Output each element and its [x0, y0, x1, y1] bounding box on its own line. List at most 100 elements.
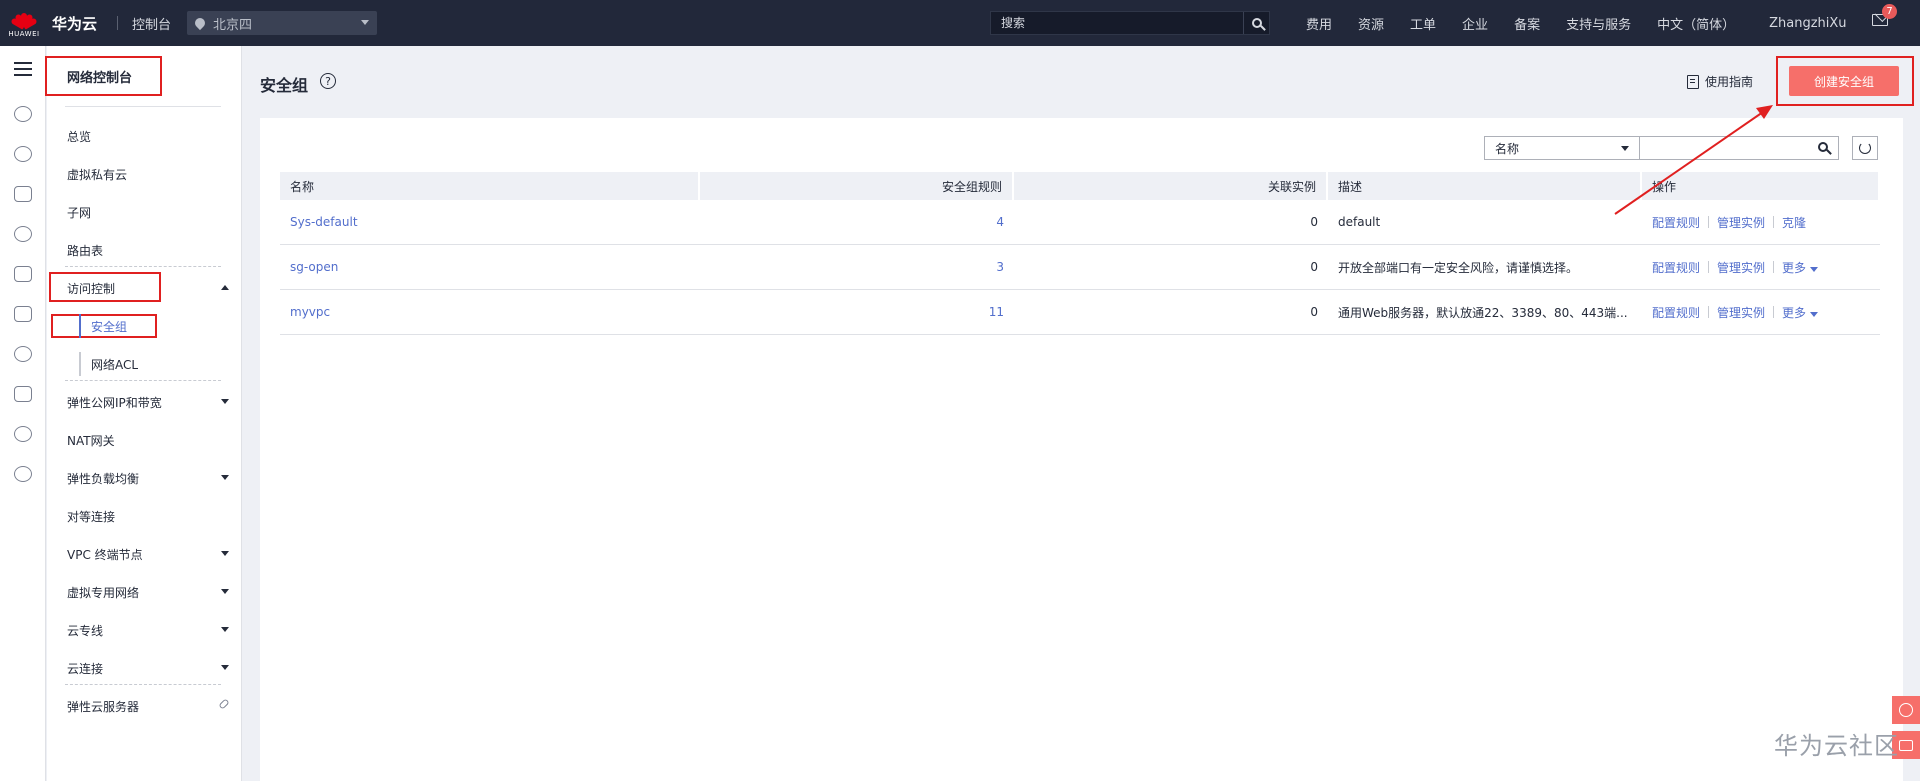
main-content: 安全组 ? 使用指南 创建安全组 名称 名称 安全组规则 关联实例 描述 操作 — [243, 46, 1920, 781]
sidebar-item-label: 总览 — [67, 129, 92, 144]
divider — [1773, 216, 1775, 228]
global-search-button[interactable] — [1243, 12, 1269, 34]
sidebar-item-label: 云专线 — [67, 623, 104, 638]
sidebar-item-label: 弹性公网IP和带宽 — [67, 395, 162, 410]
brand-name[interactable]: 华为云 — [52, 13, 97, 34]
feedback-button[interactable] — [1892, 696, 1920, 724]
global-search — [990, 11, 1270, 35]
chevron-down-icon — [221, 627, 229, 632]
sidebar-item-vpcep[interactable]: VPC 终端节点 — [67, 544, 229, 564]
nav-billing[interactable]: 费用 — [1306, 14, 1332, 33]
huawei-logo[interactable]: HUAWEI — [0, 0, 48, 46]
configure-rules-link[interactable]: 配置规则 — [1652, 214, 1700, 231]
security-group-table: 名称 安全组规则 关联实例 描述 操作 Sys-default 4 0 defa… — [280, 172, 1880, 335]
logo-text: HUAWEI — [8, 29, 40, 38]
chevron-down-icon — [221, 399, 229, 404]
sidebar-item-label: 安全组 — [91, 319, 128, 334]
sidebar-item-eip[interactable]: 弹性公网IP和带宽 — [67, 392, 229, 412]
global-search-input[interactable] — [991, 12, 1243, 34]
description: 通用Web服务器，默认放通22、3389、80、443端... — [1338, 305, 1628, 320]
more-menu[interactable]: 更多 — [1782, 304, 1819, 321]
column-header-rules: 安全组规则 — [700, 172, 1014, 200]
sidebar-item-peering[interactable]: 对等连接 — [67, 506, 229, 526]
nav-icp[interactable]: 备案 — [1514, 14, 1540, 33]
network-console-sidebar: 网络控制台 总览 虚拟私有云 子网 路由表 访问控制 安全组 网络ACL 弹性公… — [45, 46, 242, 781]
sidebar-item-ecs[interactable]: 弹性云服务器 — [67, 696, 230, 716]
storage-icon[interactable] — [14, 266, 32, 282]
refresh-button[interactable] — [1852, 136, 1878, 160]
network-icon[interactable] — [14, 186, 32, 202]
sidebar-item-cloud-connect[interactable]: 云连接 — [67, 658, 229, 678]
rule-count-link[interactable]: 3 — [996, 260, 1004, 274]
nav-support[interactable]: 支持与服务 — [1566, 14, 1631, 33]
cluster-icon[interactable] — [14, 146, 32, 162]
manage-instances-link[interactable]: 管理实例 — [1717, 304, 1765, 321]
ip-icon[interactable] — [14, 466, 32, 482]
divider — [1708, 306, 1710, 318]
column-header-operations: 操作 — [1642, 172, 1880, 200]
sidebar-item-elb[interactable]: 弹性负载均衡 — [67, 468, 229, 488]
user-guide-link[interactable]: 使用指南 — [1687, 73, 1753, 90]
service-icon-rail — [0, 46, 46, 781]
nav-tickets[interactable]: 工单 — [1410, 14, 1436, 33]
table-header: 名称 安全组规则 关联实例 描述 操作 — [280, 172, 1880, 200]
search-icon[interactable] — [1818, 142, 1828, 152]
chevron-down-icon — [1810, 266, 1819, 272]
filter-field-select[interactable]: 名称 — [1484, 136, 1640, 160]
sidebar-item-vpc[interactable]: 虚拟私有云 — [67, 164, 229, 184]
page-title: 安全组 — [260, 76, 309, 95]
manage-instances-link[interactable]: 管理实例 — [1717, 259, 1765, 276]
security-group-name-link[interactable]: myvpc — [290, 305, 330, 319]
rule-count-link[interactable]: 11 — [989, 305, 1004, 319]
chevron-up-icon — [221, 285, 229, 290]
description: 开放全部端口有一定安全风险，请谨慎选择。 — [1338, 260, 1579, 275]
top-nav-links: 费用 资源 工单 企业 备案 支持与服务 中文（简体） ZhangzhiXu — [1280, 0, 1847, 46]
filter-search-input[interactable] — [1640, 137, 1800, 159]
sidebar-item-route-table[interactable]: 路由表 — [67, 240, 229, 260]
configure-rules-link[interactable]: 配置规则 — [1652, 259, 1700, 276]
sidebar-item-access-control[interactable]: 访问控制 — [67, 278, 229, 298]
sidebar-item-label: 网络ACL — [91, 357, 139, 372]
region-selector[interactable]: 北京四 — [187, 11, 378, 35]
database-icon[interactable] — [14, 226, 32, 242]
configure-rules-link[interactable]: 配置规则 — [1652, 304, 1700, 321]
security-group-name-link[interactable]: sg-open — [290, 260, 338, 274]
sidebar-item-network-acl[interactable]: 网络ACL — [79, 352, 138, 376]
user-menu[interactable]: ZhangzhiXu — [1769, 16, 1846, 31]
menu-icon[interactable] — [14, 62, 32, 76]
security-group-panel: 名称 名称 安全组规则 关联实例 描述 操作 Sys-default 4 0 d… — [260, 118, 1903, 781]
nav-resources[interactable]: 资源 — [1358, 14, 1384, 33]
clone-link[interactable]: 克隆 — [1782, 214, 1806, 231]
sidebar-item-label: 对等连接 — [67, 509, 116, 524]
table-row: Sys-default 4 0 default 配置规则 管理实例 克隆 — [280, 200, 1880, 245]
sidebar-item-label: 子网 — [67, 205, 92, 220]
more-menu[interactable]: 更多 — [1782, 259, 1819, 276]
column-header-name: 名称 — [280, 172, 700, 200]
sidebar-item-vpn[interactable]: 虚拟专用网络 — [67, 582, 229, 602]
sidebar-item-label: 云连接 — [67, 661, 104, 676]
manage-instances-link[interactable]: 管理实例 — [1717, 214, 1765, 231]
anchor-icon[interactable] — [14, 386, 32, 402]
instance-count: 0 — [1310, 260, 1318, 274]
help-icon[interactable]: ? — [320, 73, 336, 89]
cloud-service-icon[interactable] — [14, 346, 32, 362]
sidebar-item-overview[interactable]: 总览 — [67, 126, 229, 146]
more-label: 更多 — [1782, 260, 1807, 275]
create-security-group-button[interactable]: 创建安全组 — [1789, 66, 1899, 96]
security-group-name-link[interactable]: Sys-default — [290, 215, 358, 229]
globe-icon[interactable] — [14, 426, 32, 442]
document-icon[interactable] — [14, 306, 32, 322]
sidebar-item-direct-connect[interactable]: 云专线 — [67, 620, 229, 640]
region-label: 北京四 — [213, 17, 253, 33]
column-header-description: 描述 — [1328, 172, 1642, 200]
nav-language[interactable]: 中文（简体） — [1657, 14, 1735, 33]
sidebar-item-nat[interactable]: NAT网关 — [67, 430, 229, 450]
sidebar-item-security-group[interactable]: 安全组 — [79, 314, 127, 338]
sidebar-item-label: 虚拟专用网络 — [67, 585, 140, 600]
nav-enterprise[interactable]: 企业 — [1462, 14, 1488, 33]
rule-count-link[interactable]: 4 — [996, 215, 1004, 229]
chevron-down-icon — [221, 589, 229, 594]
cloud-icon[interactable] — [14, 106, 32, 122]
sidebar-item-subnet[interactable]: 子网 — [67, 202, 229, 222]
console-link[interactable]: 控制台 — [132, 14, 171, 33]
